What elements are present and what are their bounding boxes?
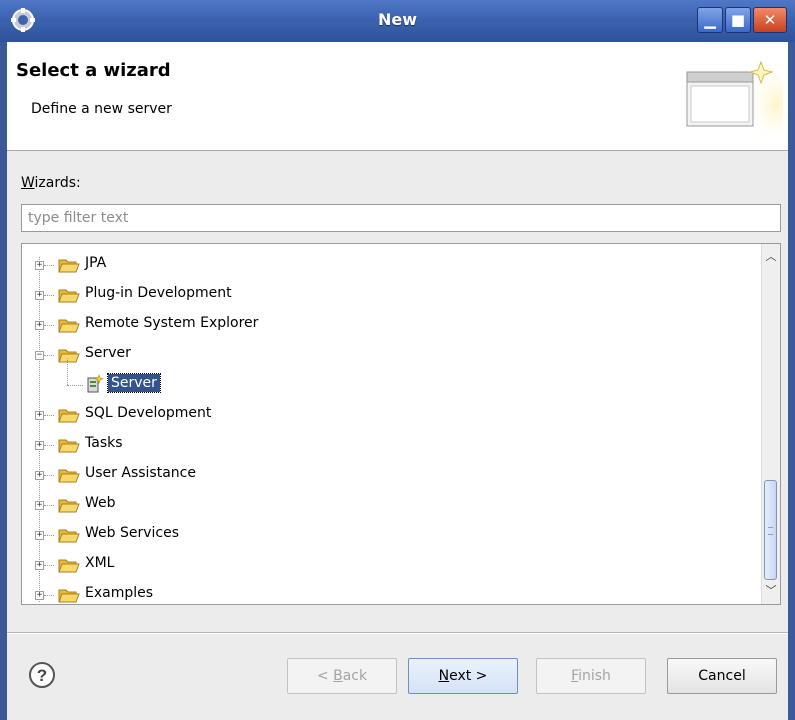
wizards-label: Wizards:: [21, 175, 81, 191]
tree-item-xml[interactable]: + XML: [22, 550, 762, 580]
tree-connector: [44, 445, 54, 446]
folder-open-icon: [58, 319, 80, 333]
minimize-button[interactable]: ▁: [697, 7, 723, 33]
tree-item-server-wizard[interactable]: Server: [22, 358, 762, 400]
tree-item-label: User Assistance: [85, 465, 196, 481]
tree-item-label: Plug-in Development: [85, 285, 232, 301]
tree-item-web[interactable]: + Web: [22, 490, 762, 520]
tree-item-examples[interactable]: + Examples: [22, 580, 762, 604]
expand-icon[interactable]: +: [35, 261, 44, 270]
tree-vertical-scrollbar[interactable]: ︿ ﹀: [761, 244, 780, 604]
expand-icon[interactable]: +: [35, 321, 44, 330]
expand-icon[interactable]: +: [35, 291, 44, 300]
tree-connector: [44, 535, 54, 536]
tree-connector: [44, 355, 54, 356]
title-bar[interactable]: New ▁ ■ ✕: [0, 0, 795, 42]
folder-open-icon: [58, 469, 80, 483]
minimize-icon: ▁: [704, 11, 716, 29]
maximize-icon: ■: [730, 11, 746, 29]
tree-item-label: Web Services: [85, 525, 180, 541]
banner-title: Select a wizard: [16, 60, 171, 81]
folder-open-icon: [58, 259, 80, 273]
tree-item-label: Server: [85, 345, 131, 361]
next-button-mnemonic: N: [438, 668, 450, 684]
tree-connector: [44, 565, 54, 566]
wizard-tree[interactable]: + JPA + Plug-in Development + Remote Sys…: [21, 243, 781, 605]
tree-item-remote-system-explorer[interactable]: + Remote System Explorer: [22, 310, 762, 340]
wizards-label-text: izards:: [34, 175, 81, 191]
tree-item-label: Server: [107, 373, 161, 393]
expand-icon[interactable]: +: [35, 471, 44, 480]
tree-connector: [67, 358, 68, 385]
button-bar-separator: [7, 632, 788, 634]
cancel-button[interactable]: Cancel: [667, 658, 777, 694]
expand-icon[interactable]: +: [35, 591, 44, 600]
dialog-window: New ▁ ■ ✕ Select a wizard Define a new s…: [0, 0, 795, 720]
next-button[interactable]: Next >: [408, 658, 518, 694]
folder-open-icon: [58, 289, 80, 303]
next-button-label: ext >: [449, 668, 488, 684]
scrollbar-grip-icon: [768, 527, 773, 535]
folder-open-icon: [58, 499, 80, 513]
tree-item-sql-development[interactable]: + SQL Development: [22, 400, 762, 430]
back-button-mnemonic: B: [333, 668, 343, 684]
tree-connector: [44, 295, 54, 296]
tree-item-web-services[interactable]: + Web Services: [22, 520, 762, 550]
expand-icon[interactable]: +: [35, 531, 44, 540]
back-button-label: ack: [342, 668, 368, 684]
tree-item-label: Web: [85, 495, 116, 511]
expand-icon[interactable]: +: [35, 411, 44, 420]
folder-open-icon: [58, 409, 80, 423]
server-wizard-icon: [87, 374, 104, 393]
close-icon: ✕: [763, 11, 777, 29]
tree-connector: [44, 595, 54, 596]
collapse-icon[interactable]: −: [35, 351, 44, 360]
back-button[interactable]: < Back: [287, 658, 397, 694]
tree-item-label: Examples: [85, 585, 154, 601]
expand-icon[interactable]: +: [35, 501, 44, 510]
finish-button-label: inish: [578, 668, 611, 684]
tree-connector: [44, 415, 54, 416]
folder-open-icon: [58, 559, 80, 573]
tree-item-label: JPA: [85, 255, 107, 271]
tree-item-label: SQL Development: [85, 405, 212, 421]
tree-connector: [67, 385, 83, 386]
folder-open-icon: [58, 349, 80, 363]
maximize-button[interactable]: ■: [725, 7, 751, 33]
tree-item-user-assistance[interactable]: + User Assistance: [22, 460, 762, 490]
tree-item-tasks[interactable]: + Tasks: [22, 430, 762, 460]
close-button[interactable]: ✕: [753, 7, 787, 33]
help-icon[interactable]: ?: [28, 661, 56, 689]
scroll-down-icon[interactable]: ﹀: [762, 582, 780, 600]
tree-item-plugin-development[interactable]: + Plug-in Development: [22, 280, 762, 310]
cancel-button-label: Cancel: [698, 668, 746, 684]
expand-icon[interactable]: +: [35, 561, 44, 570]
folder-open-icon: [58, 439, 80, 453]
wizard-banner: Select a wizard Define a new server: [7, 42, 788, 151]
new-wizard-banner-icon: [686, 60, 783, 142]
back-button-prefix: <: [316, 668, 334, 684]
dialog-client: Select a wizard Define a new server Wiza…: [7, 42, 788, 720]
tree-connector: [44, 325, 54, 326]
tree-item-label: Tasks: [85, 435, 123, 451]
svg-text:?: ?: [37, 666, 47, 685]
tree-item-jpa[interactable]: + JPA: [22, 250, 762, 280]
folder-open-icon: [58, 589, 80, 603]
scroll-up-icon[interactable]: ︿: [762, 248, 780, 266]
tree-connector: [44, 265, 54, 266]
folder-open-icon: [58, 529, 80, 543]
window-title: New: [377, 10, 418, 29]
tree-item-label: Remote System Explorer: [85, 315, 259, 331]
tree-connector: [44, 505, 54, 506]
tree-item-server-category[interactable]: − Server: [22, 340, 762, 370]
expand-icon[interactable]: +: [35, 441, 44, 450]
scrollbar-thumb[interactable]: [764, 480, 777, 580]
wizards-label-mnemonic: W: [21, 175, 35, 191]
filter-input[interactable]: [21, 204, 781, 232]
tree-connector: [44, 475, 54, 476]
finish-button[interactable]: Finish: [536, 658, 646, 694]
banner-description: Define a new server: [31, 101, 172, 117]
tree-item-label: XML: [85, 555, 115, 571]
